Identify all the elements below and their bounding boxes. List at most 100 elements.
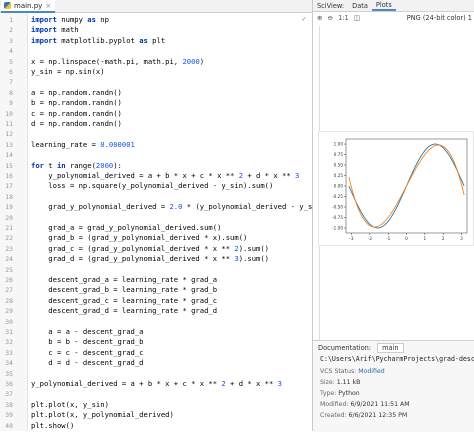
editor-tab-bar: main.py × — [0, 0, 312, 13]
code-text: import matplotlib.pyplot as plt — [31, 35, 166, 45]
plot-toolbar: ⊕ ⊖ 1:1 ◫ PNG (24-bit color) 1 — [313, 12, 474, 24]
line-number: 12 — [5, 130, 13, 139]
line-number: 37 — [5, 390, 13, 399]
tab-data[interactable]: Data — [348, 2, 372, 10]
code-text: loss = np.square(y_polynomial_derived - … — [31, 181, 274, 191]
code-text: learning_rate = 0.000001 — [31, 139, 135, 149]
python-file-icon — [4, 2, 11, 9]
code-text: for t in range(2000): — [31, 160, 122, 170]
close-icon[interactable]: × — [45, 2, 51, 10]
code-text: d = d - descent_grad_d — [31, 358, 144, 368]
documentation-header: Documentation: main — [318, 343, 404, 353]
image-format-label: PNG (24-bit color) 1 — [406, 14, 472, 22]
line-number: 22 — [5, 234, 13, 243]
code-text: plt.plot(x, y_polynomial_derived) — [31, 410, 174, 420]
file-size: Size: 1.11 kB — [320, 379, 361, 386]
y-tick-label: -0.50 — [332, 205, 343, 210]
line-number: 5 — [9, 57, 13, 66]
line-number: 28 — [5, 296, 13, 305]
code-text: c = c - descent_grad_c — [31, 347, 144, 357]
line-number: 3 — [9, 36, 13, 45]
code-text: descent_grad_a = learning_rate * grad_a — [31, 275, 218, 284]
code-text: grad_a = grad_y_polynomial_derived.sum() — [31, 223, 222, 232]
code-text: import numpy as np — [31, 15, 109, 24]
line-number: 14 — [5, 151, 13, 160]
line-number: 8 — [9, 88, 13, 97]
line-number: 35 — [5, 369, 13, 378]
x-tick-label: -1 — [386, 236, 391, 241]
file-modified: Modified: 6/9/2021 11:51 AM — [320, 401, 410, 408]
code-text: plt.show() — [31, 420, 75, 430]
code-text: grad_y_polynomial_derived = 2.0 * (y_pol… — [31, 202, 326, 212]
code-text: grad_b = (grad_y_polynomial_derived * x)… — [31, 233, 248, 243]
code-text: y_polynomial_derived = a + b * x + c * x… — [31, 171, 300, 180]
code-text: x = np.linspace(-math.pi, math.pi, 2000) — [31, 56, 205, 66]
line-number: 38 — [5, 400, 13, 409]
code-text: b = np.random.randn() — [31, 98, 122, 108]
code-area[interactable]: ✓ 1 import numpy as np 2 import math 3 import… — [0, 13, 325, 431]
x-tick-label: 0 — [405, 236, 408, 241]
line-number: 24 — [5, 255, 13, 264]
tab-main-py[interactable]: main.py × — [1, 0, 56, 13]
line-number: 7 — [9, 78, 13, 87]
line-number: 29 — [5, 307, 13, 316]
x-tick-label: -2 — [368, 236, 373, 241]
actual-size-button[interactable]: 1:1 — [338, 14, 349, 22]
line-number: 2 — [9, 26, 13, 35]
line-number: 32 — [5, 338, 13, 347]
y-tick-label: -0.75 — [332, 215, 343, 220]
x-tick-label: 2 — [442, 236, 445, 241]
x-tick-label: 1 — [423, 236, 426, 241]
line-number: 33 — [5, 348, 13, 357]
sciview-panel: SciView: Data Plots ⊕ ⊖ 1:1 ◫ PNG (24-bi… — [313, 0, 474, 432]
vcs-status: VCS Status: Modified — [320, 368, 385, 375]
y-tick-label: 1.00 — [334, 142, 344, 147]
code-editor[interactable]: main.py × ✓ 1 import numpy as np 2 import m… — [0, 0, 325, 431]
code-text: d = np.random.randn() — [31, 119, 122, 128]
line-number: 19 — [5, 203, 13, 212]
code-text: plt.plot(x, y_sin) — [31, 399, 109, 409]
y-tick-label: -0.25 — [332, 194, 343, 199]
file-path: C:\Users\Arif\PycharmProjects\grad-desc\… — [320, 355, 474, 363]
fit-icon[interactable]: ◫ — [354, 14, 360, 22]
line-number: 25 — [5, 265, 13, 274]
code-text: y_sin = np.sin(x) — [31, 67, 105, 76]
x-tick-label: 3 — [460, 236, 463, 241]
code-text: grad_d = (grad_y_polynomial_derived * x … — [31, 254, 270, 264]
documentation-label: Documentation: — [318, 344, 372, 352]
line-number: 16 — [5, 172, 13, 180]
line-number: 31 — [5, 328, 13, 336]
line-number: 4 — [9, 47, 13, 56]
line-number: 10 — [5, 109, 13, 118]
file-created: Created: 6/6/2021 12:35 PM — [320, 412, 408, 419]
code-text: grad_c = (grad_y_polynomial_derived * x … — [31, 243, 270, 253]
line-number: 36 — [5, 380, 13, 388]
line-number: 39 — [5, 411, 13, 420]
check-icon: ✓ — [302, 15, 307, 23]
code-text: a = a - descent_grad_a — [31, 327, 144, 336]
code-text: import math — [31, 25, 79, 35]
line-number: 18 — [5, 192, 13, 201]
sciview-tab-bar: SciView: Data Plots — [313, 0, 474, 12]
code-text: y_polynomial_derived = a + b * x + c * x… — [31, 379, 282, 388]
plot-image: 1.00 0.75 0.50 0.25 0.00 -0.25 -0.50 -0.75 -1.00… — [318, 131, 474, 246]
documentation-panel: Documentation: main C:\Users\Arif\Pychar… — [313, 340, 474, 432]
line-number: 15 — [5, 161, 13, 170]
code-text: b = b - descent_grad_b — [31, 337, 144, 347]
code-text: descent_grad_c = learning_rate * grad_c — [31, 295, 218, 305]
zoom-out-icon[interactable]: ⊖ — [328, 14, 334, 22]
y-tick-label: 0.75 — [334, 152, 344, 157]
y-tick-label: -1.00 — [332, 226, 343, 231]
code-text: descent_grad_d = learning_rate * grad_d — [31, 306, 218, 316]
line-number: 20 — [5, 213, 13, 222]
tab-plots[interactable]: Plots — [371, 0, 396, 11]
zoom-in-icon[interactable]: ⊕ — [317, 14, 323, 22]
line-number: 26 — [5, 276, 13, 284]
line-number: 1 — [9, 16, 13, 24]
documentation-tab-main[interactable]: main — [377, 343, 404, 353]
line-number: 9 — [9, 99, 13, 108]
y-tick-label: 0.25 — [334, 173, 344, 178]
line-number: 40 — [5, 421, 13, 430]
line-number: 21 — [5, 224, 13, 232]
code-text: descent_grad_b = learning_rate * grad_b — [31, 285, 218, 295]
